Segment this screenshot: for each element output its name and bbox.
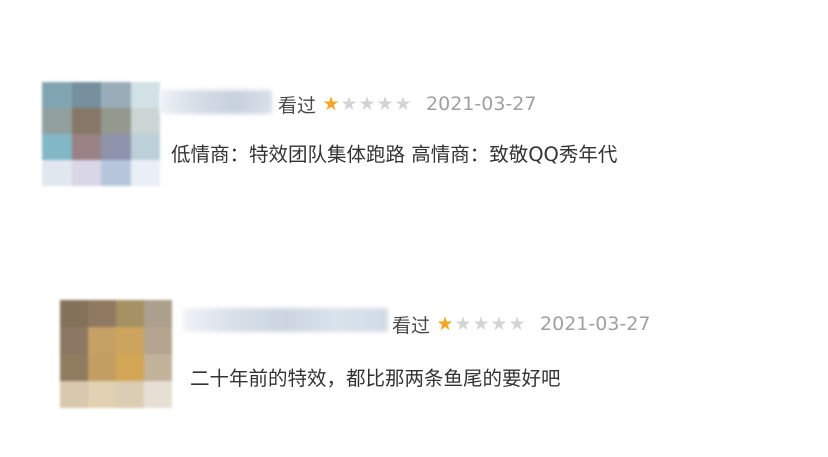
review-date: 2021-03-27	[426, 93, 537, 115]
username-blurred[interactable]	[183, 308, 388, 332]
avatar-pixel	[101, 82, 131, 108]
star-empty-icon: ★	[454, 312, 472, 335]
star-filled-icon: ★	[322, 92, 340, 115]
watched-label: 看过	[278, 94, 317, 117]
avatar-pixel	[71, 108, 101, 134]
star-filled-icon: ★	[436, 312, 454, 335]
avatar-pixel	[88, 354, 116, 381]
avatar-pixel	[144, 327, 172, 354]
avatar-pixel	[130, 160, 160, 186]
review-meta: 看过 ★ ★ ★ ★ ★ 2021-03-27	[392, 311, 650, 337]
star-empty-icon: ★	[508, 312, 526, 335]
avatar-pixel	[130, 134, 160, 160]
avatar[interactable]	[60, 300, 172, 408]
rating-stars: ★ ★ ★ ★ ★	[322, 92, 412, 115]
avatar-pixel	[116, 300, 144, 327]
avatar-pixel	[144, 354, 172, 381]
avatar-pixel	[101, 160, 131, 186]
avatar-pixel	[88, 300, 116, 327]
star-empty-icon: ★	[376, 92, 394, 115]
star-empty-icon: ★	[472, 312, 490, 335]
star-empty-icon: ★	[394, 92, 412, 115]
avatar-pixel	[88, 327, 116, 354]
avatar-pixel	[71, 82, 101, 108]
rating-stars: ★ ★ ★ ★ ★	[436, 312, 526, 335]
star-empty-icon: ★	[340, 92, 358, 115]
review-comment: 二十年前的特效，都比那两条鱼尾的要好吧	[190, 367, 561, 390]
username-blurred[interactable]	[160, 90, 272, 114]
avatar-pixel	[116, 354, 144, 381]
avatar-pixel	[144, 381, 172, 408]
avatar-pixel	[42, 108, 72, 134]
avatar-pixel	[116, 327, 144, 354]
avatar[interactable]	[42, 82, 160, 186]
avatar-pixel	[144, 300, 172, 327]
avatar-pixel	[60, 354, 88, 381]
avatar-pixel	[71, 160, 101, 186]
avatar-pixel	[71, 134, 101, 160]
avatar-pixel	[130, 82, 160, 108]
avatar-pixel	[60, 327, 88, 354]
avatar-pixel	[60, 300, 88, 327]
star-empty-icon: ★	[358, 92, 376, 115]
avatar-pixel	[116, 381, 144, 408]
watched-label: 看过	[392, 314, 431, 337]
review-comment: 低情商：特效团队集体跑路 高情商：致敬QQ秀年代	[171, 143, 618, 166]
review-date: 2021-03-27	[540, 313, 651, 335]
avatar-pixel	[42, 134, 72, 160]
avatar-pixel	[101, 134, 131, 160]
avatar-pixel	[101, 108, 131, 134]
avatar-pixel	[88, 381, 116, 408]
avatar-pixel	[42, 160, 72, 186]
star-empty-icon: ★	[490, 312, 508, 335]
avatar-pixel	[130, 108, 160, 134]
review-meta: 看过 ★ ★ ★ ★ ★ 2021-03-27	[278, 91, 536, 117]
avatar-pixel	[42, 82, 72, 108]
avatar-pixel	[60, 381, 88, 408]
